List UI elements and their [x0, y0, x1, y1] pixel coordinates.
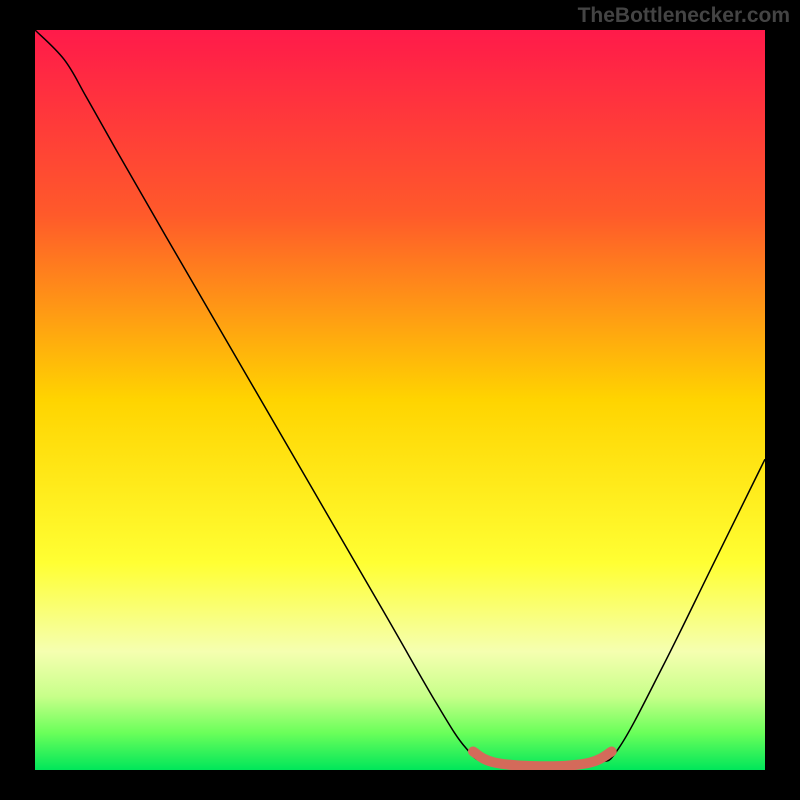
chart-svg	[35, 30, 765, 770]
chart-plot-area	[35, 30, 765, 770]
gradient-background	[35, 30, 765, 770]
watermark-text: TheBottlenecker.com	[578, 4, 790, 28]
